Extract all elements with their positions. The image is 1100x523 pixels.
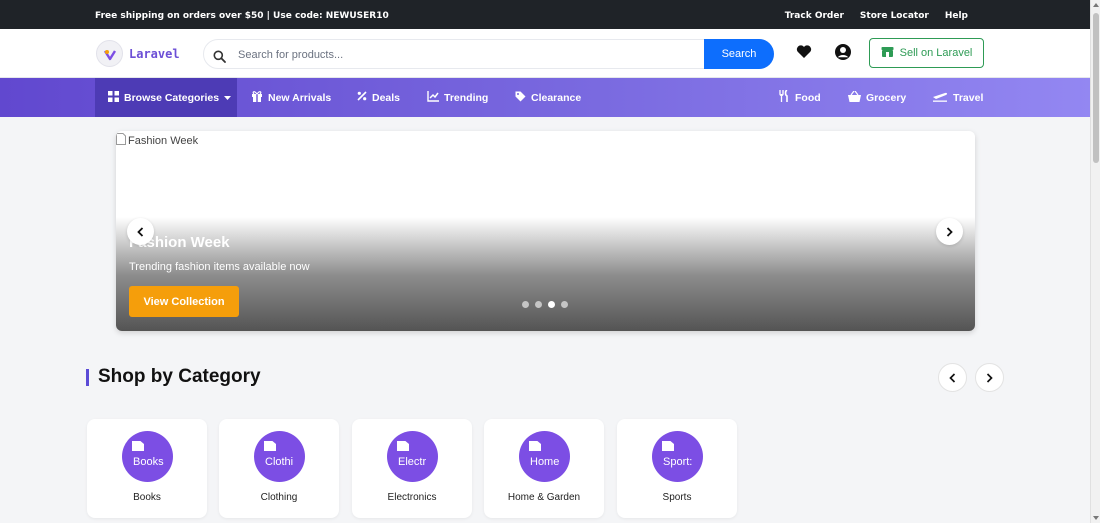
hero-image-alt: Fashion Week [128,134,199,147]
hero-carousel: Fashion Week Fashion Week Trending fashi… [116,131,975,331]
nav-deals[interactable]: Deals [357,78,400,117]
nav-food[interactable]: Food [779,78,821,117]
search-icon [213,48,226,67]
utensils-icon [779,89,790,105]
heart-icon[interactable] [796,44,812,63]
scroll-up-arrow-icon[interactable] [1093,3,1099,7]
browse-label: Browse Categories [124,91,220,104]
scroll-down-arrow-icon[interactable] [1093,516,1099,520]
category-card-home-garden[interactable]: Home Home & Garden [484,419,604,518]
category-label: Electronics [387,492,437,503]
nav-clearance[interactable]: Clearance [515,78,581,117]
category-card-clothing[interactable]: Clothi Clothing [219,419,339,518]
hero-image: Fashion Week [116,133,198,148]
logo-text: Laravel [129,46,180,61]
category-image: Electr [387,431,438,482]
logo[interactable]: Laravel [96,40,180,67]
category-image: Sport: [652,431,703,482]
nav-label: Grocery [866,91,907,104]
sell-on-laravel-button[interactable]: Sell on Laravel [869,38,984,68]
nav-grocery[interactable]: Grocery [848,78,906,117]
search-button[interactable]: Search [704,39,774,69]
category-card-books[interactable]: Books Books [87,419,207,518]
category-image-alt: Sport: [663,456,693,468]
chart-line-icon [427,90,439,105]
nav-label: Deals [372,91,401,104]
promo-text: Free shipping on orders over $50 | Use c… [95,11,389,21]
category-image-alt: Electr [398,456,427,468]
track-order-link[interactable]: Track Order [785,11,844,21]
category-image-alt: Clothi [265,456,294,468]
broken-image-icon [397,441,409,451]
basket-icon [848,90,861,105]
nav-label: Food [795,91,821,104]
broken-image-icon [132,441,144,451]
category-card-sports[interactable]: Sport: Sports [617,419,737,518]
broken-image-icon [529,441,541,451]
section-accent-bar [86,369,89,386]
store-icon [881,46,894,61]
broken-image-icon [116,133,126,148]
sell-label: Sell on Laravel [899,47,973,59]
category-image-alt: Home [530,456,560,468]
section-title: Shop by Category [98,366,261,387]
nav-travel[interactable]: Travel [933,78,983,117]
store-locator-link[interactable]: Store Locator [860,11,929,21]
nav-label: Trending [444,91,489,104]
chevron-right-icon [946,222,953,241]
search-bar: Search [203,39,774,69]
category-label: Books [133,492,161,503]
carousel-next-button[interactable] [936,218,963,245]
category-image: Home [519,431,570,482]
category-next-button[interactable] [975,363,1004,392]
nav-label: Clearance [531,91,582,104]
category-label: Clothing [260,492,298,503]
top-links: Track Order Store Locator Help [785,11,968,21]
category-prev-button[interactable] [938,363,967,392]
gift-icon [251,90,263,105]
chevron-right-icon [986,368,993,387]
carousel-indicators [522,301,568,308]
scrollbar-thumb[interactable] [1093,13,1099,163]
chevron-left-icon [949,368,956,387]
carousel-dot[interactable] [535,301,542,308]
category-image-alt: Books [133,456,164,468]
hero-subtitle: Trending fashion items available now [129,261,310,273]
tag-icon [515,91,526,105]
top-promo-bar: Free shipping on orders over $50 | Use c… [0,0,1090,29]
category-label: Home & Garden [507,492,581,503]
percent-icon [357,91,367,104]
category-card-electronics[interactable]: Electr Electronics [352,419,472,518]
nav-new-arrivals[interactable]: New Arrivals [251,78,331,117]
page-scrollbar[interactable] [1090,0,1100,523]
search-input[interactable] [238,45,698,65]
nav-label: New Arrivals [268,91,332,104]
caret-down-icon [224,92,232,104]
chevron-left-icon [137,222,144,241]
plane-icon [933,91,948,105]
carousel-dot[interactable] [561,301,568,308]
user-icon[interactable] [834,43,852,65]
nav-label: Travel [953,91,984,104]
grid-icon [108,90,119,105]
nav-trending[interactable]: Trending [427,78,488,117]
category-image: Clothi [254,431,305,482]
view-collection-button[interactable]: View Collection [129,286,239,317]
browse-categories-dropdown[interactable]: Browse Categories [95,78,237,117]
carousel-prev-button[interactable] [127,218,154,245]
site-header: Laravel Search Sell on Laravel [0,29,1090,78]
help-link[interactable]: Help [945,11,968,21]
carousel-dot-active[interactable] [548,301,555,308]
main-nav: Browse Categories New Arrivals Deals Tre… [0,78,1090,117]
logo-icon [96,40,123,67]
carousel-dot[interactable] [522,301,529,308]
category-label: Sports [662,492,692,503]
category-image: Books [122,431,173,482]
broken-image-icon [264,441,276,451]
broken-image-icon [662,441,674,451]
